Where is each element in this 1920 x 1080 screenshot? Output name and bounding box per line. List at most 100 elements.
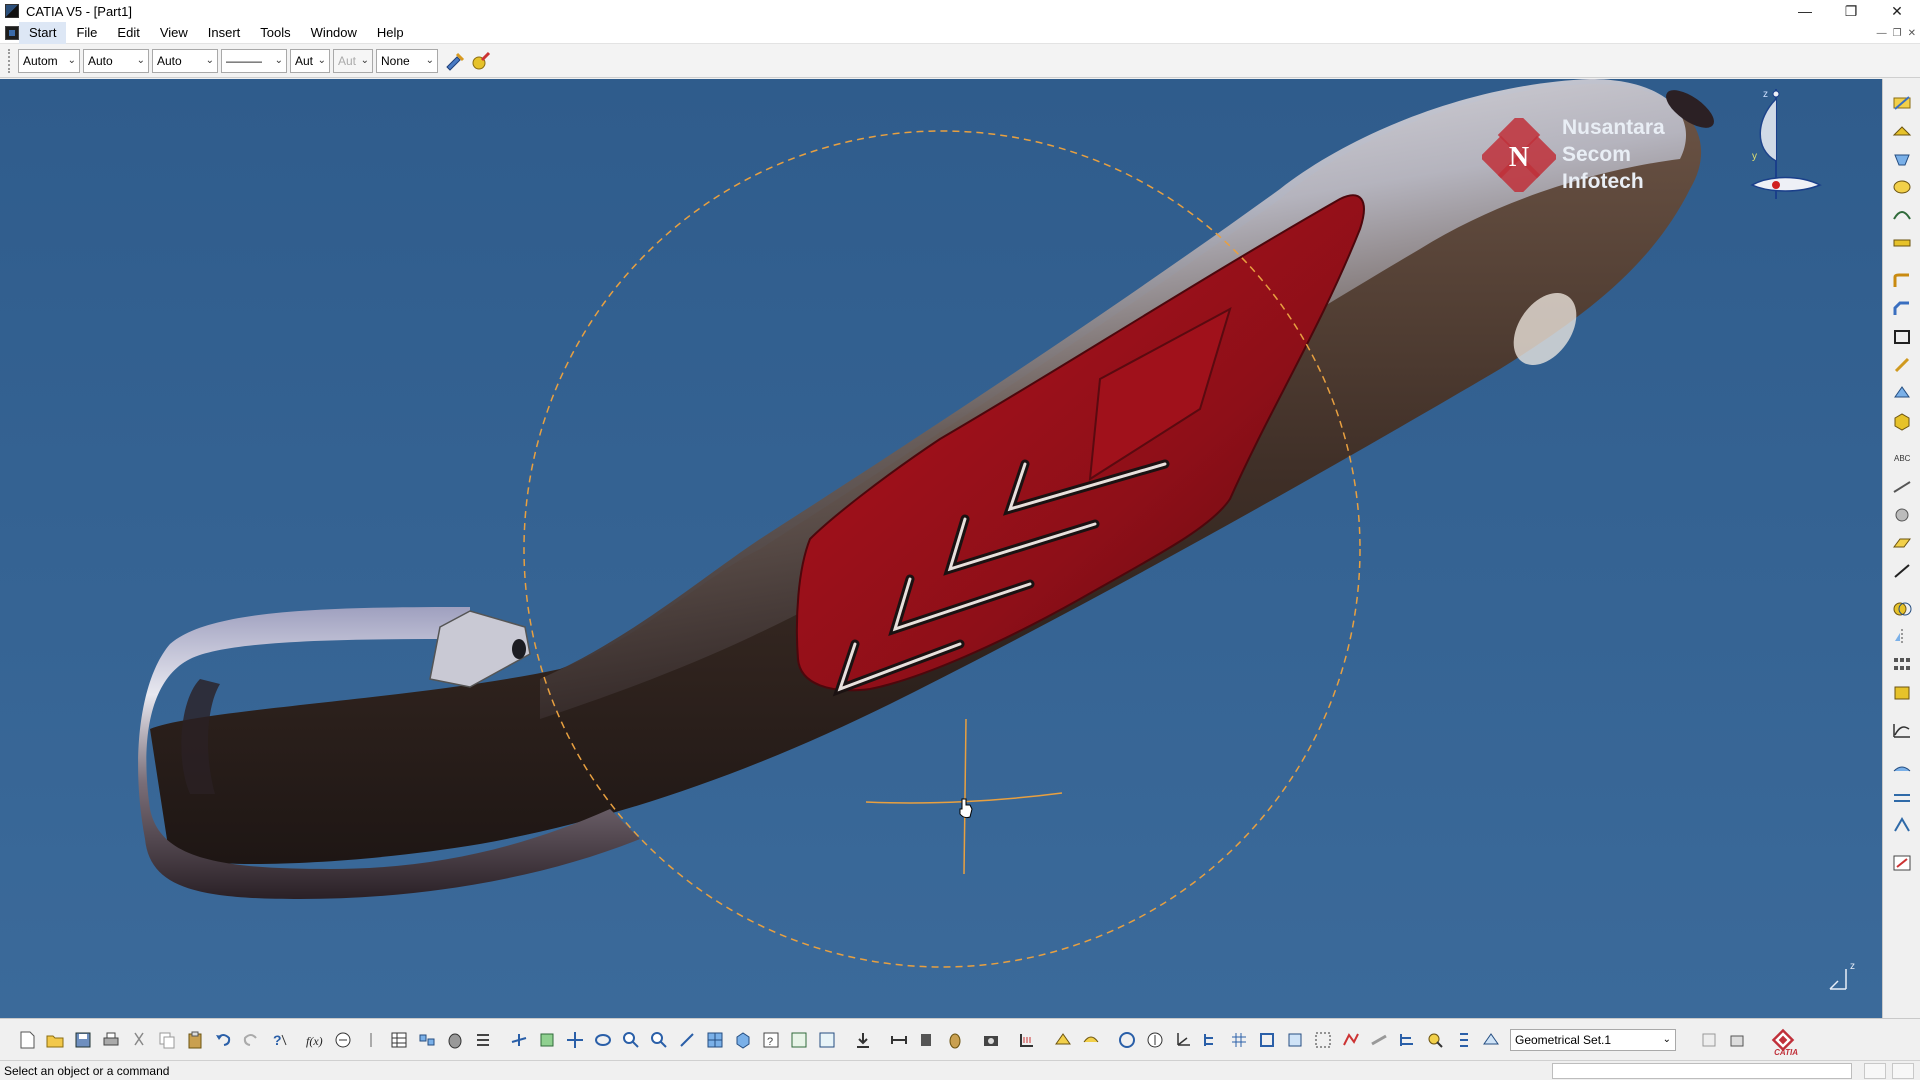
capture-icon[interactable] [978,1027,1004,1053]
knowledge-icon[interactable] [330,1027,356,1053]
3d-viewport[interactable]: z y z N Nusantara Secom Infotech [0,79,1882,1018]
hide-show-icon[interactable] [786,1027,812,1053]
minimize-icon[interactable]: — [1782,0,1828,22]
relimit-icon[interactable] [1394,1027,1420,1053]
layer-combo[interactable]: None ⌄ [376,48,438,73]
thickness-icon[interactable] [1889,381,1915,405]
doc-minimize-icon[interactable]: — [1877,28,1887,39]
query-icon[interactable] [1422,1027,1448,1053]
rotate-icon[interactable] [590,1027,616,1053]
sketch-tools-icon[interactable] [1050,1027,1076,1053]
open-folder-icon[interactable] [42,1027,68,1053]
measure-icon[interactable] [1889,475,1915,499]
undo-icon[interactable] [210,1027,236,1053]
construction-icon[interactable] [1282,1027,1308,1053]
curve-analysis-icon[interactable] [1889,719,1915,743]
doc-close-icon[interactable]: ✕ [1908,28,1916,39]
measure-between-icon[interactable] [886,1027,912,1053]
boolean-icon[interactable] [1889,597,1915,621]
catia-document-icon[interactable] [5,25,19,40]
menu-tools[interactable]: Tools [250,22,300,44]
annotation-icon[interactable]: ABC [1889,447,1915,471]
line-type-combo[interactable]: ——— ⌄ [221,48,287,73]
multi-view-icon[interactable] [702,1027,728,1053]
surface-icon[interactable] [1889,757,1915,781]
menu-insert[interactable]: Insert [198,22,251,44]
toolbar-grip[interactable] [8,48,12,73]
print-icon[interactable] [98,1027,124,1053]
fillet-icon[interactable] [1889,269,1915,293]
profile-icon[interactable] [1338,1027,1364,1053]
transparency-combo[interactable]: Auto ⌄ [83,48,149,73]
hide-body-icon[interactable] [1696,1027,1722,1053]
copy-icon[interactable] [154,1027,180,1053]
pad-icon[interactable] [1889,119,1915,143]
line-thickness-combo[interactable]: Auto ⌄ [152,48,218,73]
draft-icon[interactable] [1889,353,1915,377]
hand-icon[interactable] [1142,1027,1168,1053]
cancel-command-icon[interactable] [1864,1063,1886,1079]
shaft-icon[interactable] [1889,175,1915,199]
close-icon[interactable]: ✕ [1874,0,1920,22]
point-type-combo[interactable]: Aut ⌄ [290,48,330,73]
stop-icon[interactable] [1892,1063,1914,1079]
chamfer-icon[interactable] [1889,297,1915,321]
shell-icon[interactable] [1889,325,1915,349]
plane-icon[interactable] [1889,531,1915,555]
menu-edit[interactable]: Edit [107,22,149,44]
instantiate-icon[interactable] [442,1027,468,1053]
whats-this-icon[interactable]: ? [266,1027,292,1053]
orbit-icon[interactable] [1114,1027,1140,1053]
iso-view-icon[interactable] [730,1027,756,1053]
normal-view-icon[interactable] [674,1027,700,1053]
cut-icon[interactable] [126,1027,152,1053]
rib-icon[interactable] [1889,231,1915,255]
list-icon[interactable] [470,1027,496,1053]
redo-icon[interactable] [238,1027,264,1053]
apply-material-icon[interactable] [1889,503,1915,527]
scaling-icon[interactable] [1889,681,1915,705]
pan-icon[interactable] [562,1027,588,1053]
pocket-icon[interactable] [1889,147,1915,171]
menu-start[interactable]: Start [19,21,67,44]
swap-space-icon[interactable] [814,1027,840,1053]
measure-inertia-icon[interactable] [942,1027,968,1053]
operation-icon[interactable] [1366,1027,1392,1053]
cut-by-plane-icon[interactable] [1310,1027,1336,1053]
menu-view[interactable]: View [150,22,198,44]
fit-all-icon[interactable] [534,1027,560,1053]
graphic-properties-icon[interactable] [469,49,493,73]
geometrical-set-icon[interactable] [1478,1027,1504,1053]
snap-icon[interactable] [1254,1027,1280,1053]
color-combo[interactable]: Autom ⌄ [18,48,80,73]
geometrical-set-combo[interactable]: Geometrical Set.1 ⌄ [1510,1028,1676,1051]
constraints-icon[interactable] [1014,1027,1040,1053]
zoom-out-icon[interactable] [646,1027,672,1053]
sweep-icon[interactable] [1889,785,1915,809]
loft-icon[interactable] [1889,813,1915,837]
doc-restore-icon[interactable]: ❐ [1893,28,1902,39]
save-icon[interactable] [70,1027,96,1053]
groove-icon[interactable] [1889,203,1915,227]
catalog-icon[interactable] [414,1027,440,1053]
menu-file[interactable]: File [66,22,107,44]
menu-help[interactable]: Help [367,22,414,44]
mirror-icon[interactable] [1889,625,1915,649]
painter-icon[interactable] [443,49,467,73]
list-view-icon[interactable] [1450,1027,1476,1053]
solid-box-icon[interactable] [1889,409,1915,433]
sketcher-icon[interactable] [1889,91,1915,115]
line-icon[interactable] [1889,559,1915,583]
sketch-analysis-icon[interactable] [1078,1027,1104,1053]
define-work-object-icon[interactable] [1724,1027,1750,1053]
paste-icon[interactable] [182,1027,208,1053]
new-file-icon[interactable] [14,1027,40,1053]
sketch-edit-icon[interactable] [1889,851,1915,875]
shading-icon[interactable]: ? [758,1027,784,1053]
menu-window[interactable]: Window [301,22,367,44]
pattern-icon[interactable] [1889,653,1915,677]
formula-icon[interactable]: f(x) [302,1027,328,1053]
update-icon[interactable] [850,1027,876,1053]
restore-icon[interactable]: ❐ [1828,0,1874,22]
axis-system-icon[interactable] [1170,1027,1196,1053]
